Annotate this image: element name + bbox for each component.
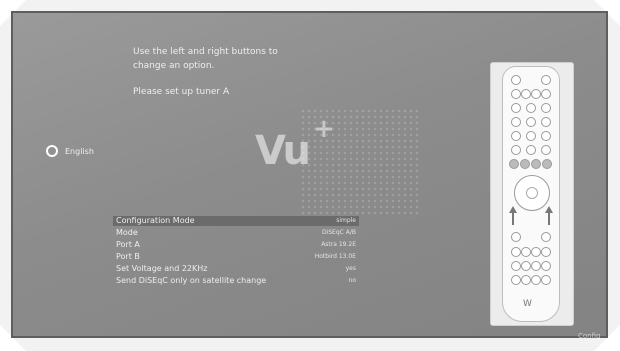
- watermark-text: Config: [578, 332, 601, 340]
- config-label: Send DiSEqC only on satellite change: [116, 276, 267, 285]
- remote-button-icon: [526, 103, 536, 113]
- remote-color-button-icon: [509, 159, 519, 169]
- remote-color-button-icon: [520, 159, 530, 169]
- dpad-center-icon: [526, 187, 538, 199]
- remote-button-icon: [531, 275, 541, 285]
- remote-button-icon: [541, 103, 551, 113]
- remote-control-image: W: [502, 66, 560, 322]
- remote-button-icon: [511, 131, 521, 141]
- left-arrow-indicator-icon: [509, 206, 517, 213]
- remote-color-button-icon: [531, 159, 541, 169]
- config-value: simple: [336, 217, 356, 224]
- remote-button-icon: [541, 131, 551, 141]
- remote-button-icon: [521, 89, 531, 99]
- remote-button-icon: [511, 247, 521, 257]
- remote-button-icon: [526, 131, 536, 141]
- remote-button-icon: [541, 75, 551, 85]
- config-row-port-b[interactable]: Port B Hotbird 13.0E: [113, 252, 359, 262]
- remote-button-icon: [531, 261, 541, 271]
- config-label: Port A: [116, 240, 140, 249]
- config-value: DiSEqC A/B: [321, 229, 356, 236]
- remote-button-icon: [541, 275, 551, 285]
- right-arrow-indicator-icon: [545, 206, 553, 213]
- config-label: Mode: [116, 228, 138, 237]
- config-row-voltage[interactable]: Set Voltage and 22KHz yes: [113, 264, 359, 274]
- config-list: Configuration Mode simple Mode DiSEqC A/…: [113, 216, 359, 288]
- language-selector[interactable]: English: [46, 145, 94, 157]
- remote-button-icon: [526, 117, 536, 127]
- remote-button-icon: [511, 145, 521, 155]
- remote-color-button-icon: [542, 159, 552, 169]
- remote-button-icon: [521, 261, 531, 271]
- remote-button-icon: [541, 247, 551, 257]
- config-value: yes: [345, 265, 356, 272]
- help-text: Use the left and right buttons to change…: [133, 45, 333, 73]
- remote-button-icon: [521, 275, 531, 285]
- config-label: Set Voltage and 22KHz: [116, 264, 208, 273]
- config-row-diseqc-change[interactable]: Send DiSEqC only on satellite change no: [113, 276, 359, 286]
- remote-button-icon: [541, 117, 551, 127]
- help-line-2: change an option.: [133, 61, 215, 71]
- remote-button-icon: [511, 89, 521, 99]
- config-row-configuration-mode[interactable]: Configuration Mode simple: [113, 216, 359, 226]
- remote-button-icon: [511, 75, 521, 85]
- remote-button-icon: [511, 232, 521, 242]
- tuner-prompt: Please set up tuner A: [133, 87, 230, 97]
- config-label: Configuration Mode: [116, 216, 195, 225]
- config-label: Port B: [116, 252, 140, 261]
- remote-button-icon: [531, 247, 541, 257]
- remote-button-icon: [511, 275, 521, 285]
- remote-button-icon: [541, 145, 551, 155]
- remote-button-icon: [541, 89, 551, 99]
- vu-logo-plus: +: [313, 114, 335, 144]
- language-label: English: [65, 146, 94, 156]
- remote-button-icon: [531, 89, 541, 99]
- remote-button-icon: [511, 103, 521, 113]
- radio-icon: [46, 145, 58, 157]
- remote-button-icon: [511, 117, 521, 127]
- left-arrow-stem: [512, 213, 514, 225]
- remote-button-icon: [526, 145, 536, 155]
- vu-logo: Vu +: [255, 114, 335, 174]
- config-value: no: [348, 277, 356, 284]
- config-value: Hotbird 13.0E: [314, 253, 356, 260]
- remote-button-icon: [541, 232, 551, 242]
- config-value: Astra 19.2E: [321, 241, 356, 248]
- vu-logo-text: Vu: [255, 128, 311, 174]
- remote-button-icon: [511, 261, 521, 271]
- help-line-1: Use the left and right buttons to: [133, 47, 278, 57]
- config-row-port-a[interactable]: Port A Astra 19.2E: [113, 240, 359, 250]
- remote-button-icon: [541, 261, 551, 271]
- remote-button-icon: [521, 247, 531, 257]
- right-arrow-stem: [548, 213, 550, 225]
- remote-brand-mark: W: [523, 299, 532, 309]
- config-row-mode[interactable]: Mode DiSEqC A/B: [113, 228, 359, 238]
